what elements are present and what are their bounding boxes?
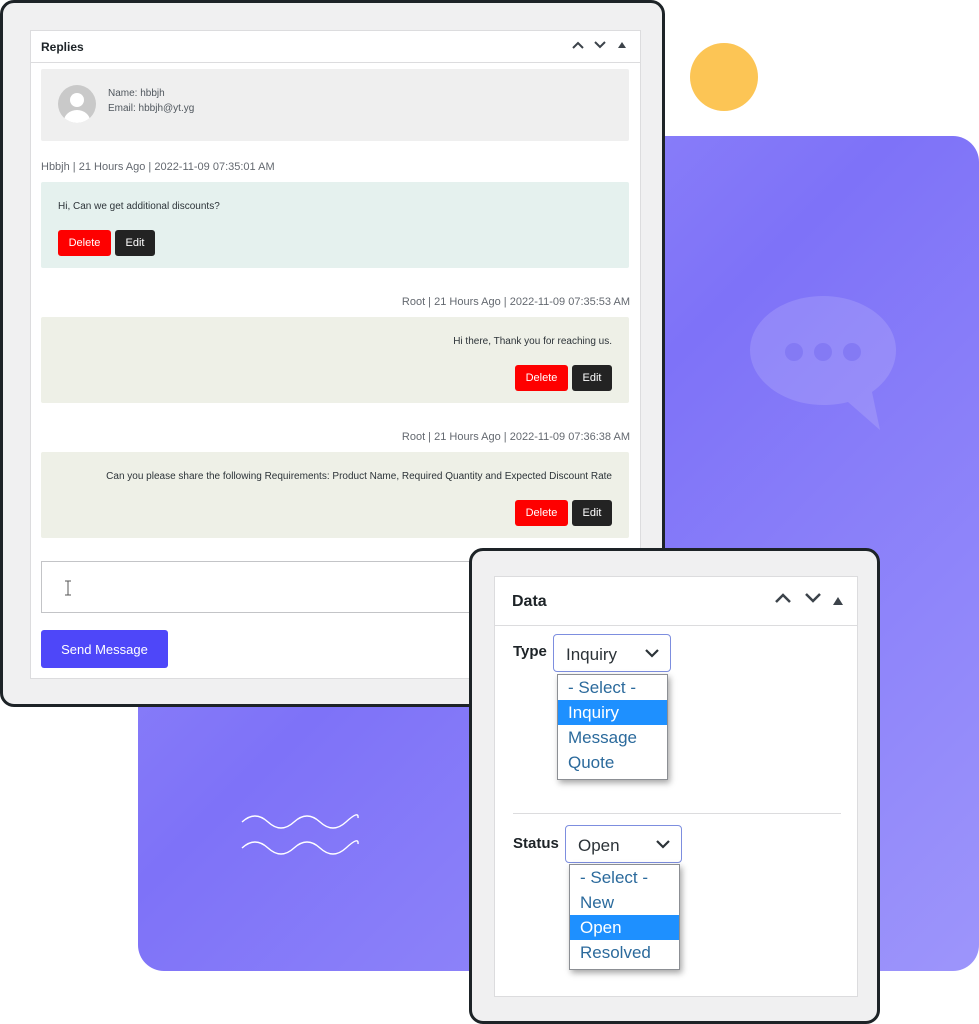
data-card: Data Type Inquiry - Select - Inquiry Mes… [494, 576, 858, 997]
delete-button[interactable]: Delete [515, 500, 568, 526]
avatar-placeholder-icon [58, 85, 96, 123]
chevron-down-icon[interactable] [592, 37, 608, 53]
message-meta: Hbbjh | 21 Hours Ago | 2022-11-09 07:35:… [41, 161, 275, 173]
message-meta: Root | 21 Hours Ago | 2022-11-09 07:36:3… [401, 431, 630, 443]
status-label: Status [513, 835, 559, 852]
message-text: Can you please share the following Requi… [106, 471, 612, 482]
divider [513, 813, 841, 814]
edit-button[interactable]: Edit [572, 500, 612, 526]
type-option[interactable]: Quote [558, 750, 667, 775]
delete-button[interactable]: Delete [58, 230, 111, 256]
data-window: Data Type Inquiry - Select - Inquiry Mes… [469, 548, 880, 1024]
replies-title: Replies [41, 40, 84, 54]
type-option[interactable]: Message [558, 725, 667, 750]
type-select[interactable]: Inquiry [553, 634, 671, 672]
collapse-triangle-icon[interactable] [833, 592, 843, 610]
text-cursor-icon [65, 580, 71, 596]
wave-decoration [241, 814, 359, 855]
send-message-button[interactable]: Send Message [41, 630, 168, 668]
message-meta: Root | 21 Hours Ago | 2022-11-09 07:35:5… [401, 296, 630, 308]
data-title: Data [512, 593, 547, 610]
status-selected-value: Open [578, 836, 620, 855]
data-header: Data [495, 577, 857, 626]
status-dropdown: - Select - New Open Resolved [569, 864, 680, 970]
status-option[interactable]: New [570, 890, 679, 915]
collapse-triangle-icon[interactable] [614, 37, 630, 53]
chevron-up-icon[interactable] [570, 37, 586, 53]
user-info: Name: hbbjh Email: hbbjh@yt.yg [41, 69, 629, 141]
message-bubble: Hi there, Thank you for reaching us. Del… [41, 317, 629, 403]
user-email: Email: hbbjh@yt.yg [108, 103, 195, 114]
edit-button[interactable]: Edit [115, 230, 155, 256]
chevron-down-icon [645, 649, 659, 658]
decor-circle [690, 43, 758, 111]
user-name: Name: hbbjh [108, 88, 165, 99]
status-select[interactable]: Open [565, 825, 682, 863]
status-option[interactable]: - Select - [570, 865, 679, 890]
chat-bubble-icon [750, 296, 896, 430]
message-text: Hi, Can we get additional discounts? [58, 201, 220, 212]
type-selected-value: Inquiry [566, 645, 618, 664]
status-option[interactable]: Resolved [570, 940, 679, 965]
replies-header: Replies [31, 31, 640, 63]
type-option-selected[interactable]: Inquiry [558, 700, 667, 725]
message-text: Hi there, Thank you for reaching us. [453, 336, 612, 347]
type-dropdown: - Select - Inquiry Message Quote [557, 674, 668, 780]
delete-button[interactable]: Delete [515, 365, 568, 391]
edit-button[interactable]: Edit [572, 365, 612, 391]
chevron-down-icon[interactable] [803, 591, 823, 610]
chevron-down-icon [656, 840, 670, 849]
type-option[interactable]: - Select - [558, 675, 667, 700]
message-bubble: Can you please share the following Requi… [41, 452, 629, 538]
type-label: Type [513, 643, 547, 660]
status-option-selected[interactable]: Open [570, 915, 679, 940]
chevron-up-icon[interactable] [773, 591, 793, 610]
message-bubble: Hi, Can we get additional discounts? Del… [41, 182, 629, 268]
